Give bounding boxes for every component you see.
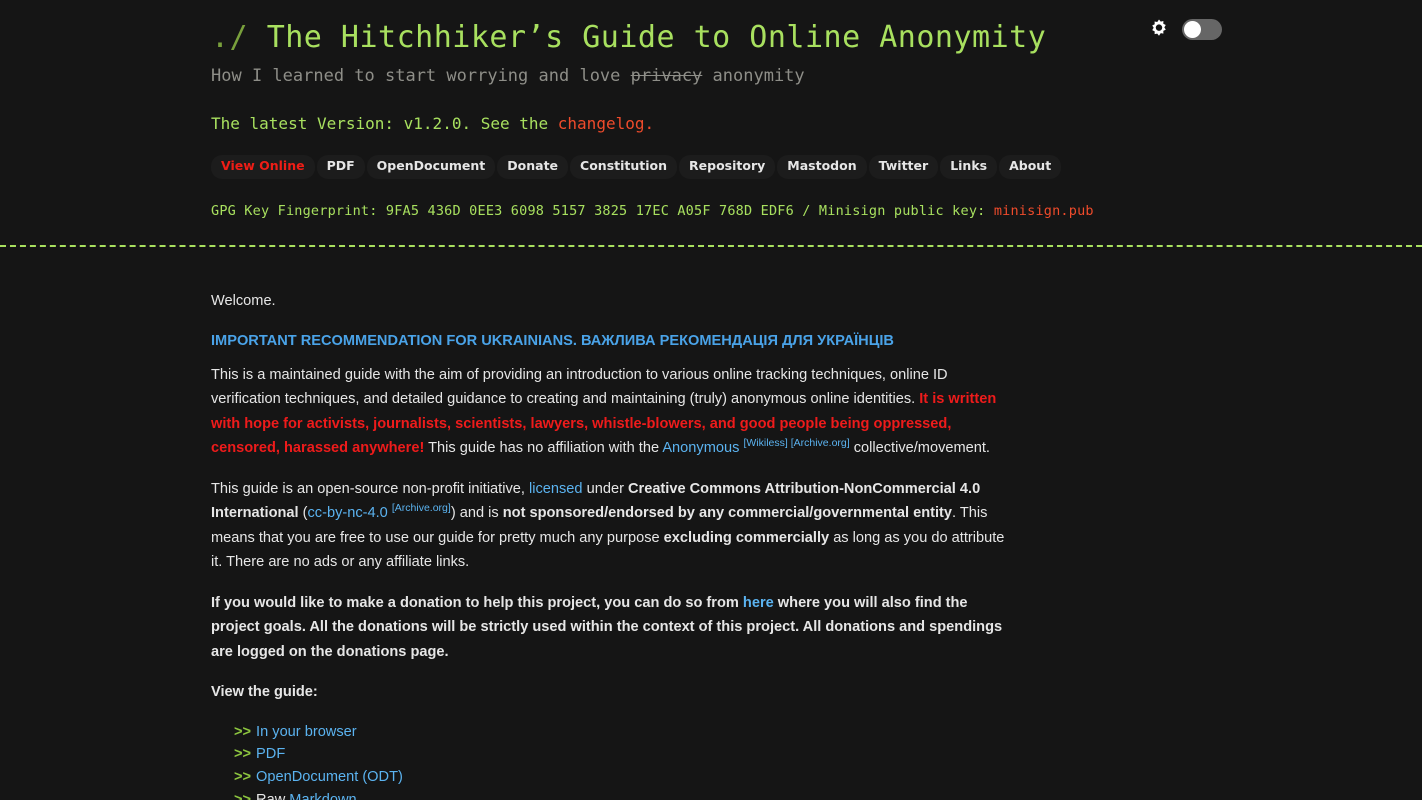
intro-text-c: collective/movement. <box>849 440 990 457</box>
cc-by-nc-link[interactable]: cc-by-nc-4.0 <box>308 505 388 521</box>
theme-controls <box>1148 18 1222 40</box>
version-line: The latest Version: v1.2.0. See the chan… <box>211 114 1422 133</box>
nav-item-links[interactable]: Links <box>940 155 998 179</box>
page-root: ./ The Hitchhiker’s Guide to Online Anon… <box>0 0 1422 800</box>
anonymous-link[interactable]: Anonymous <box>662 440 739 456</box>
nav-item-repository[interactable]: Repository <box>679 155 776 179</box>
arrow-icon: >> <box>234 792 251 800</box>
theme-toggle-knob <box>1184 20 1201 38</box>
list-item: >> Raw Markdown. <box>234 789 1011 800</box>
guide-link-markdown[interactable]: Markdown <box>289 792 356 800</box>
ukraine-recommendation-link[interactable]: IMPORTANT RECOMMENDATION FOR UKRAINIANS.… <box>211 329 894 354</box>
arrow-icon: >> <box>234 746 252 763</box>
view-guide-heading: View the guide: <box>211 684 318 701</box>
subtitle-struck-word: privacy <box>630 65 703 86</box>
donate-here-link[interactable]: here <box>743 595 774 611</box>
licensed-link[interactable]: licensed <box>529 481 583 497</box>
main-nav: View Online PDF OpenDocument Donate Cons… <box>211 155 1422 179</box>
gpg-fingerprint-text: GPG Key Fingerprint: 9FA5 436D 0EE3 6098… <box>211 202 994 219</box>
nav-item-about[interactable]: About <box>999 155 1062 179</box>
donation-text-a: If you would like to make a donation to … <box>211 594 743 611</box>
list-item: >> PDF <box>234 743 1011 766</box>
guide-item-suffix: . <box>357 792 361 800</box>
archive-org-link[interactable]: [Archive.org] <box>791 437 850 449</box>
license-paragraph: This guide is an open-source non-profit … <box>211 477 1011 575</box>
gpg-fingerprint-line: GPG Key Fingerprint: 9FA5 436D 0EE3 6098… <box>211 203 1422 219</box>
list-item: >> In your browser <box>234 721 1011 744</box>
minisign-pub-link[interactable]: minisign.pub <box>994 203 1094 219</box>
ukraine-notice-paragraph: IMPORTANT RECOMMENDATION FOR UKRAINIANS.… <box>211 329 1011 354</box>
guide-link-pdf[interactable]: PDF <box>256 746 285 762</box>
license-text-c: ( <box>298 505 308 522</box>
site-subtitle: How I learned to start worrying and love… <box>211 65 1422 89</box>
arrow-icon: >> <box>234 723 252 740</box>
list-item: >> OpenDocument (ODT) <box>234 766 1011 789</box>
version-text: The latest Version: v1.2.0. See the <box>211 114 558 134</box>
nav-item-opendocument[interactable]: OpenDocument <box>366 155 496 179</box>
title-prefix: ./ <box>211 20 249 55</box>
nav-item-twitter[interactable]: Twitter <box>868 155 939 179</box>
guide-link-browser[interactable]: In your browser <box>256 724 357 740</box>
nav-item-view-online[interactable]: View Online <box>211 155 315 179</box>
sun-icon[interactable] <box>1148 18 1170 40</box>
page-title: ./ The Hitchhiker’s Guide to Online Anon… <box>211 18 1422 59</box>
not-sponsored-text: not sponsored/endorsed by any commercial… <box>502 505 953 522</box>
intro-text-b: This guide has no affiliation with the <box>424 440 663 457</box>
nav-item-pdf[interactable]: PDF <box>316 155 365 179</box>
subtitle-after: anonymity <box>702 65 805 86</box>
nav-item-constitution[interactable]: Constitution <box>570 155 678 179</box>
subtitle-before: How I learned to start worrying and love <box>211 65 631 86</box>
nav-item-donate[interactable]: Donate <box>497 155 569 179</box>
nav-item-mastodon[interactable]: Mastodon <box>777 155 867 179</box>
excluding-commercially-text: excluding commercially <box>663 529 830 546</box>
guide-item-prefix: Raw <box>256 792 289 800</box>
guide-link-odt[interactable]: OpenDocument (ODT) <box>256 769 403 785</box>
main-content: Welcome. IMPORTANT RECOMMENDATION FOR UK… <box>0 255 1011 800</box>
intro-paragraph: This is a maintained guide with the aim … <box>211 363 1011 461</box>
intro-text-a: This is a maintained guide with the aim … <box>211 366 948 408</box>
arrow-icon: >> <box>234 769 252 786</box>
license-archive-org-link[interactable]: [Archive.org] <box>392 502 451 514</box>
theme-toggle[interactable] <box>1182 18 1222 40</box>
title-text: The Hitchhiker’s Guide to Online Anonymi… <box>266 20 1047 55</box>
license-text-d: ) and is <box>450 505 503 522</box>
license-text-b: under <box>582 480 628 497</box>
welcome-paragraph: Welcome. <box>211 292 276 309</box>
donation-paragraph: If you would like to make a donation to … <box>211 591 1011 665</box>
changelog-link[interactable]: changelog. <box>558 114 654 133</box>
header-divider <box>0 244 1422 247</box>
license-text-a: This guide is an open-source non-profit … <box>211 480 529 497</box>
wikiless-link[interactable]: [Wikiless] <box>743 437 787 449</box>
guide-format-list: >> In your browser >> PDF >> OpenDocument (… <box>211 721 1011 800</box>
